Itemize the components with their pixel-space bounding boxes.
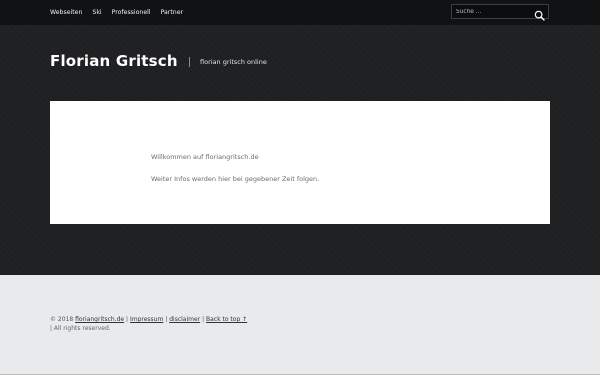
footer-disclaimer-link[interactable]: disclaimer xyxy=(169,316,200,323)
search-input[interactable] xyxy=(456,6,530,17)
welcome-text: Willkommen auf floriangritsch.de xyxy=(151,153,259,161)
search-box xyxy=(451,4,549,21)
site-footer: © 2018 floriangritsch.de | Impressum | d… xyxy=(0,275,600,375)
footer-separator: | xyxy=(202,316,205,323)
nav-item-professionell[interactable]: Professionell xyxy=(112,9,151,16)
site-tagline: florian gritsch online xyxy=(200,58,267,66)
site-title[interactable]: Florian Gritsch xyxy=(50,52,178,70)
rights-text: | All rights reserved. xyxy=(50,325,111,332)
site-header: Florian Gritsch florian gritsch online W… xyxy=(0,25,600,275)
copyright-text: © 2018 xyxy=(50,316,74,323)
footer-separator: | xyxy=(165,316,168,323)
footer-separator: | xyxy=(126,316,129,323)
top-navigation-bar: Webseiten Ski Professionell Partner xyxy=(0,0,600,25)
content-card: Willkommen auf floriangritsch.de Weiter … xyxy=(50,101,550,224)
nav-item-webseiten[interactable]: Webseiten xyxy=(50,9,82,16)
nav-item-partner[interactable]: Partner xyxy=(161,9,184,16)
footer-impressum-link[interactable]: Impressum xyxy=(130,316,163,323)
main-nav: Webseiten Ski Professionell Partner xyxy=(50,0,183,25)
footer-site-link[interactable]: floriangritsch.de xyxy=(75,316,124,323)
search-icon[interactable] xyxy=(534,6,545,21)
title-divider xyxy=(189,57,190,67)
footer-links: © 2018 floriangritsch.de | Impressum | d… xyxy=(50,316,247,323)
info-text: Weiter Infos werden hier bei gegebener Z… xyxy=(151,175,320,183)
back-to-top-link[interactable]: Back to top ↑ xyxy=(206,316,247,323)
nav-item-ski[interactable]: Ski xyxy=(92,9,101,16)
